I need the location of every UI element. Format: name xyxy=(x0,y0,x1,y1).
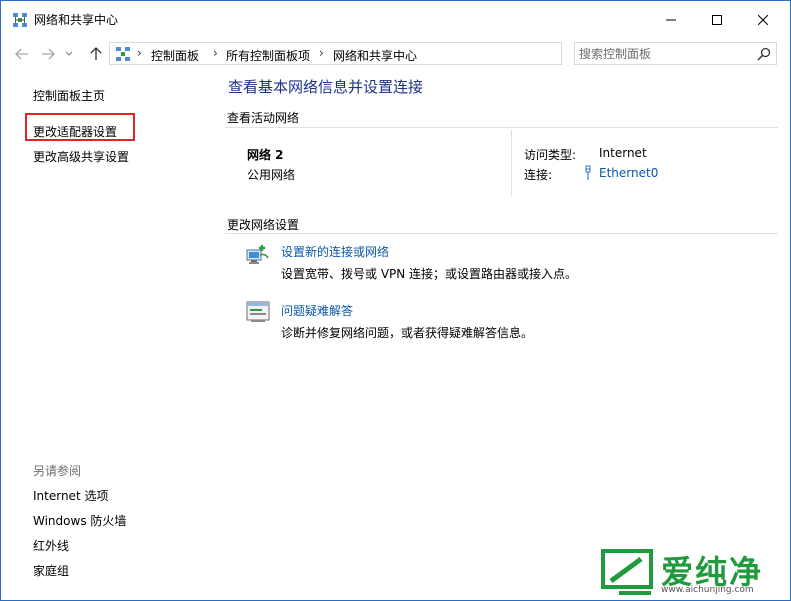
troubleshoot-problems-link[interactable]: 问题疑难解答 xyxy=(281,302,353,319)
breadcrumb-all-items[interactable]: 所有控制面板项 xyxy=(226,47,310,64)
search-box[interactable] xyxy=(574,42,777,65)
control-panel-icon xyxy=(116,47,130,61)
ethernet-icon xyxy=(585,165,591,180)
watermark-url: www.aichunjing.com xyxy=(661,585,754,595)
vertical-divider xyxy=(511,130,512,196)
minimize-icon xyxy=(666,19,676,21)
forward-button[interactable] xyxy=(37,43,59,65)
see-also-windows-firewall[interactable]: Windows 防火墙 xyxy=(33,512,126,529)
address-bar[interactable]: › 控制面板 › 所有控制面板项 › 网络和共享中心 xyxy=(109,42,664,65)
divider xyxy=(225,127,778,128)
see-also-infrared[interactable]: 红外线 xyxy=(33,537,69,554)
troubleshoot-icon xyxy=(246,301,270,322)
recent-locations-button[interactable] xyxy=(63,43,75,65)
minimize-button[interactable] xyxy=(648,1,694,39)
change-settings-label: 更改网络设置 xyxy=(227,218,300,232)
back-button[interactable] xyxy=(11,43,33,65)
arrow-left-icon xyxy=(15,48,28,60)
connections-label: 连接: xyxy=(524,168,553,182)
page-title: 查看基本网络信息并设置连接 xyxy=(228,78,424,96)
sidebar-link-change-adapter-settings[interactable]: 更改适配器设置 xyxy=(33,123,117,140)
divider xyxy=(225,233,778,234)
connection-ethernet-link[interactable]: Ethernet0 xyxy=(599,166,658,180)
close-icon xyxy=(758,15,768,25)
search-input[interactable] xyxy=(579,45,749,62)
access-type-value: Internet xyxy=(599,146,647,160)
breadcrumb-separator[interactable]: › xyxy=(137,46,142,60)
sidebar-link-control-panel-home[interactable]: 控制面板主页 xyxy=(33,87,105,104)
main-content: 查看基本网络信息并设置连接 查看活动网络 网络 2 公用网络 访问类型: Int… xyxy=(212,69,790,600)
access-type-label: 访问类型: xyxy=(524,148,577,162)
see-also-internet-options[interactable]: Internet 选项 xyxy=(33,487,108,504)
search-icon[interactable] xyxy=(756,46,772,62)
network-category[interactable]: 公用网络 xyxy=(247,166,295,183)
watermark: 爱纯净 www.aichunjing.com xyxy=(591,541,790,600)
troubleshoot-problems-description: 诊断并修复网络问题，或者获得疑难解答信息。 xyxy=(281,326,534,340)
network-name: 网络 2 xyxy=(247,148,284,162)
arrow-right-icon xyxy=(42,48,55,60)
navigation-bar: › 控制面板 › 所有控制面板项 › 网络和共享中心 xyxy=(1,39,790,69)
window-title: 网络和共享中心 xyxy=(34,13,119,27)
up-button[interactable] xyxy=(85,43,107,65)
left-task-pane: 控制面板主页 更改适配器设置 更改高级共享设置 另请参阅 Internet 选项… xyxy=(1,69,212,600)
watermark-logo-icon xyxy=(601,549,653,595)
network-sharing-center-window: 网络和共享中心 › 控制面板 › 所有控制面板项 › 网络和共享中心 搜索控制面… xyxy=(0,0,791,601)
maximize-icon xyxy=(712,15,722,25)
see-also-heading: 另请参阅 xyxy=(33,464,82,478)
breadcrumb-separator[interactable]: › xyxy=(213,46,218,60)
sidebar-link-advanced-sharing[interactable]: 更改高级共享设置 xyxy=(33,148,129,165)
breadcrumb-separator[interactable]: › xyxy=(319,46,324,60)
breadcrumb-network-center[interactable]: 网络和共享中心 xyxy=(333,47,417,64)
arrow-up-icon xyxy=(90,47,102,60)
see-also-homegroup[interactable]: 家庭组 xyxy=(33,562,69,579)
breadcrumb-control-panel[interactable]: 控制面板 xyxy=(151,47,199,64)
title-bar[interactable]: 网络和共享中心 xyxy=(1,1,790,39)
new-connection-icon xyxy=(246,245,269,264)
active-networks-label: 查看活动网络 xyxy=(227,111,300,125)
setup-new-connection-description: 设置宽带、拨号或 VPN 连接；或设置路由器或接入点。 xyxy=(281,267,578,281)
chevron-down-icon xyxy=(65,51,73,56)
maximize-button[interactable] xyxy=(694,1,740,39)
network-app-icon xyxy=(13,13,27,27)
setup-new-connection-link[interactable]: 设置新的连接或网络 xyxy=(281,243,389,260)
close-button[interactable] xyxy=(740,1,786,39)
